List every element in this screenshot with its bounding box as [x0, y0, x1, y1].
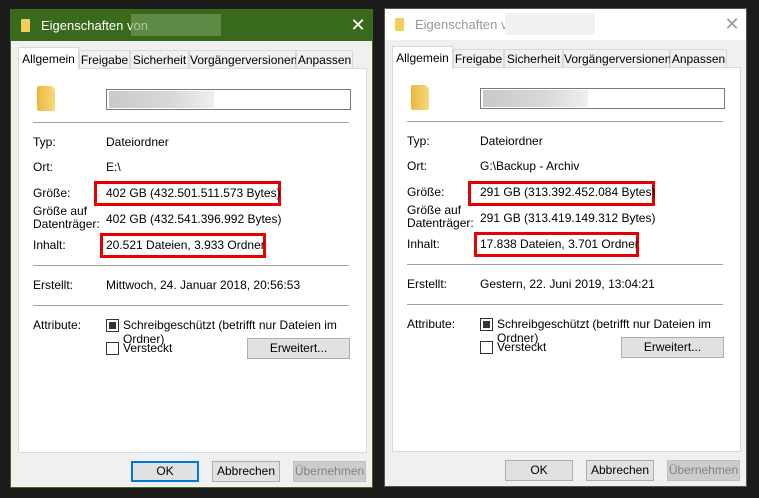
properties-dialog-2: Eigenschaften von ✕ Allgemein Freigabe Sic…: [384, 8, 747, 487]
hidden-label: Versteckt: [497, 340, 547, 354]
disk-size-value: 291 GB (313.419.149.312 Bytes): [480, 211, 656, 225]
redacted-name: [483, 90, 588, 107]
disk-size-label: Größe auf Datenträger:: [33, 205, 100, 231]
disk-size-label: Größe auf Datenträger:: [407, 204, 474, 230]
tab-panel-general: [18, 68, 367, 453]
type-value: Dateiordner: [480, 134, 543, 148]
tab-panel-general: [392, 67, 741, 452]
contents-value: 17.838 Dateien, 3.701 Ordner: [480, 237, 639, 251]
folder-icon: [21, 19, 30, 32]
divider: [407, 304, 723, 305]
folder-name-input[interactable]: [106, 89, 351, 110]
disk-size-label-line1: Größe auf: [407, 203, 462, 217]
size-label: Größe:: [407, 185, 445, 199]
advanced-button[interactable]: Erweitert...: [247, 338, 350, 359]
type-label: Typ:: [407, 134, 430, 148]
created-value: Mittwoch, 24. Januar 2018, 20:56:53: [106, 278, 301, 292]
divider: [407, 264, 723, 265]
created-value: Gestern, 22. Juni 2019, 13:04:21: [480, 277, 655, 291]
attributes-label: Attribute:: [33, 318, 82, 332]
redacted-folder-name: [131, 14, 221, 36]
tab-allgemein[interactable]: Allgemein: [392, 46, 453, 69]
apply-button[interactable]: Übernehmen: [667, 460, 740, 481]
contents-label: Inhalt:: [407, 237, 440, 251]
tab-freigabe[interactable]: Freigabe: [79, 50, 130, 69]
size-value: 402 GB (432.501.511.573 Bytes): [106, 186, 281, 200]
type-label: Typ:: [33, 135, 56, 149]
redacted-name: [109, 91, 214, 108]
folder-name-input[interactable]: [480, 88, 725, 109]
tab-anpassen[interactable]: Anpassen: [670, 49, 727, 68]
redacted-folder-name: [505, 13, 595, 35]
divider: [33, 265, 349, 266]
title-bar[interactable]: Eigenschaften von ✕: [11, 10, 372, 41]
disk-size-value: 402 GB (432.541.396.992 Bytes): [106, 212, 282, 226]
folder-icon: [395, 18, 404, 31]
created-label: Erstellt:: [33, 278, 74, 292]
attributes-label: Attribute:: [407, 317, 456, 331]
advanced-button[interactable]: Erweitert...: [621, 337, 724, 358]
disk-size-label-line2: Datenträger:: [33, 217, 100, 231]
type-value: Dateiordner: [106, 135, 169, 149]
apply-button[interactable]: Übernehmen: [293, 461, 366, 482]
close-icon[interactable]: ✕: [347, 14, 369, 36]
location-value: G:\Backup - Archiv: [480, 159, 580, 173]
tab-vorgängerversionen[interactable]: Vorgängerversionen: [563, 49, 671, 68]
divider: [407, 121, 723, 122]
tab-sicherheit[interactable]: Sicherheit: [504, 49, 563, 68]
contents-label: Inhalt:: [33, 238, 66, 252]
location-value: E:\: [106, 160, 121, 174]
location-label: Ort:: [33, 160, 53, 174]
hidden-label: Versteckt: [123, 341, 173, 355]
hidden-checkbox[interactable]: [480, 341, 493, 354]
ok-button[interactable]: OK: [131, 461, 199, 482]
size-label: Größe:: [33, 186, 71, 200]
hidden-checkbox[interactable]: [106, 342, 119, 355]
folder-icon: [37, 86, 55, 111]
cancel-button[interactable]: Abbrechen: [212, 461, 280, 482]
tab-allgemein[interactable]: Allgemein: [18, 47, 79, 70]
readonly-checkbox[interactable]: [480, 318, 493, 331]
location-label: Ort:: [407, 159, 427, 173]
readonly-checkbox[interactable]: [106, 319, 119, 332]
created-label: Erstellt:: [407, 277, 448, 291]
properties-dialog-1: Eigenschaften von ✕ Allgemein Freigabe Sic…: [10, 9, 373, 488]
tab-vorgängerversionen[interactable]: Vorgängerversionen: [189, 50, 297, 69]
ok-button[interactable]: OK: [505, 460, 573, 481]
title-bar[interactable]: Eigenschaften von ✕: [385, 9, 746, 40]
disk-size-label-line1: Größe auf: [33, 204, 88, 218]
close-icon[interactable]: ✕: [721, 13, 743, 35]
tab-freigabe[interactable]: Freigabe: [453, 49, 504, 68]
contents-value: 20.521 Dateien, 3.933 Ordner: [106, 238, 265, 252]
cancel-button[interactable]: Abbrechen: [586, 460, 654, 481]
tab-anpassen[interactable]: Anpassen: [296, 50, 353, 69]
tab-sicherheit[interactable]: Sicherheit: [130, 50, 189, 69]
disk-size-label-line2: Datenträger:: [407, 216, 474, 230]
divider: [33, 305, 349, 306]
folder-icon: [411, 85, 429, 110]
divider: [33, 122, 349, 123]
size-value: 291 GB (313.392.452.084 Bytes): [480, 185, 656, 199]
